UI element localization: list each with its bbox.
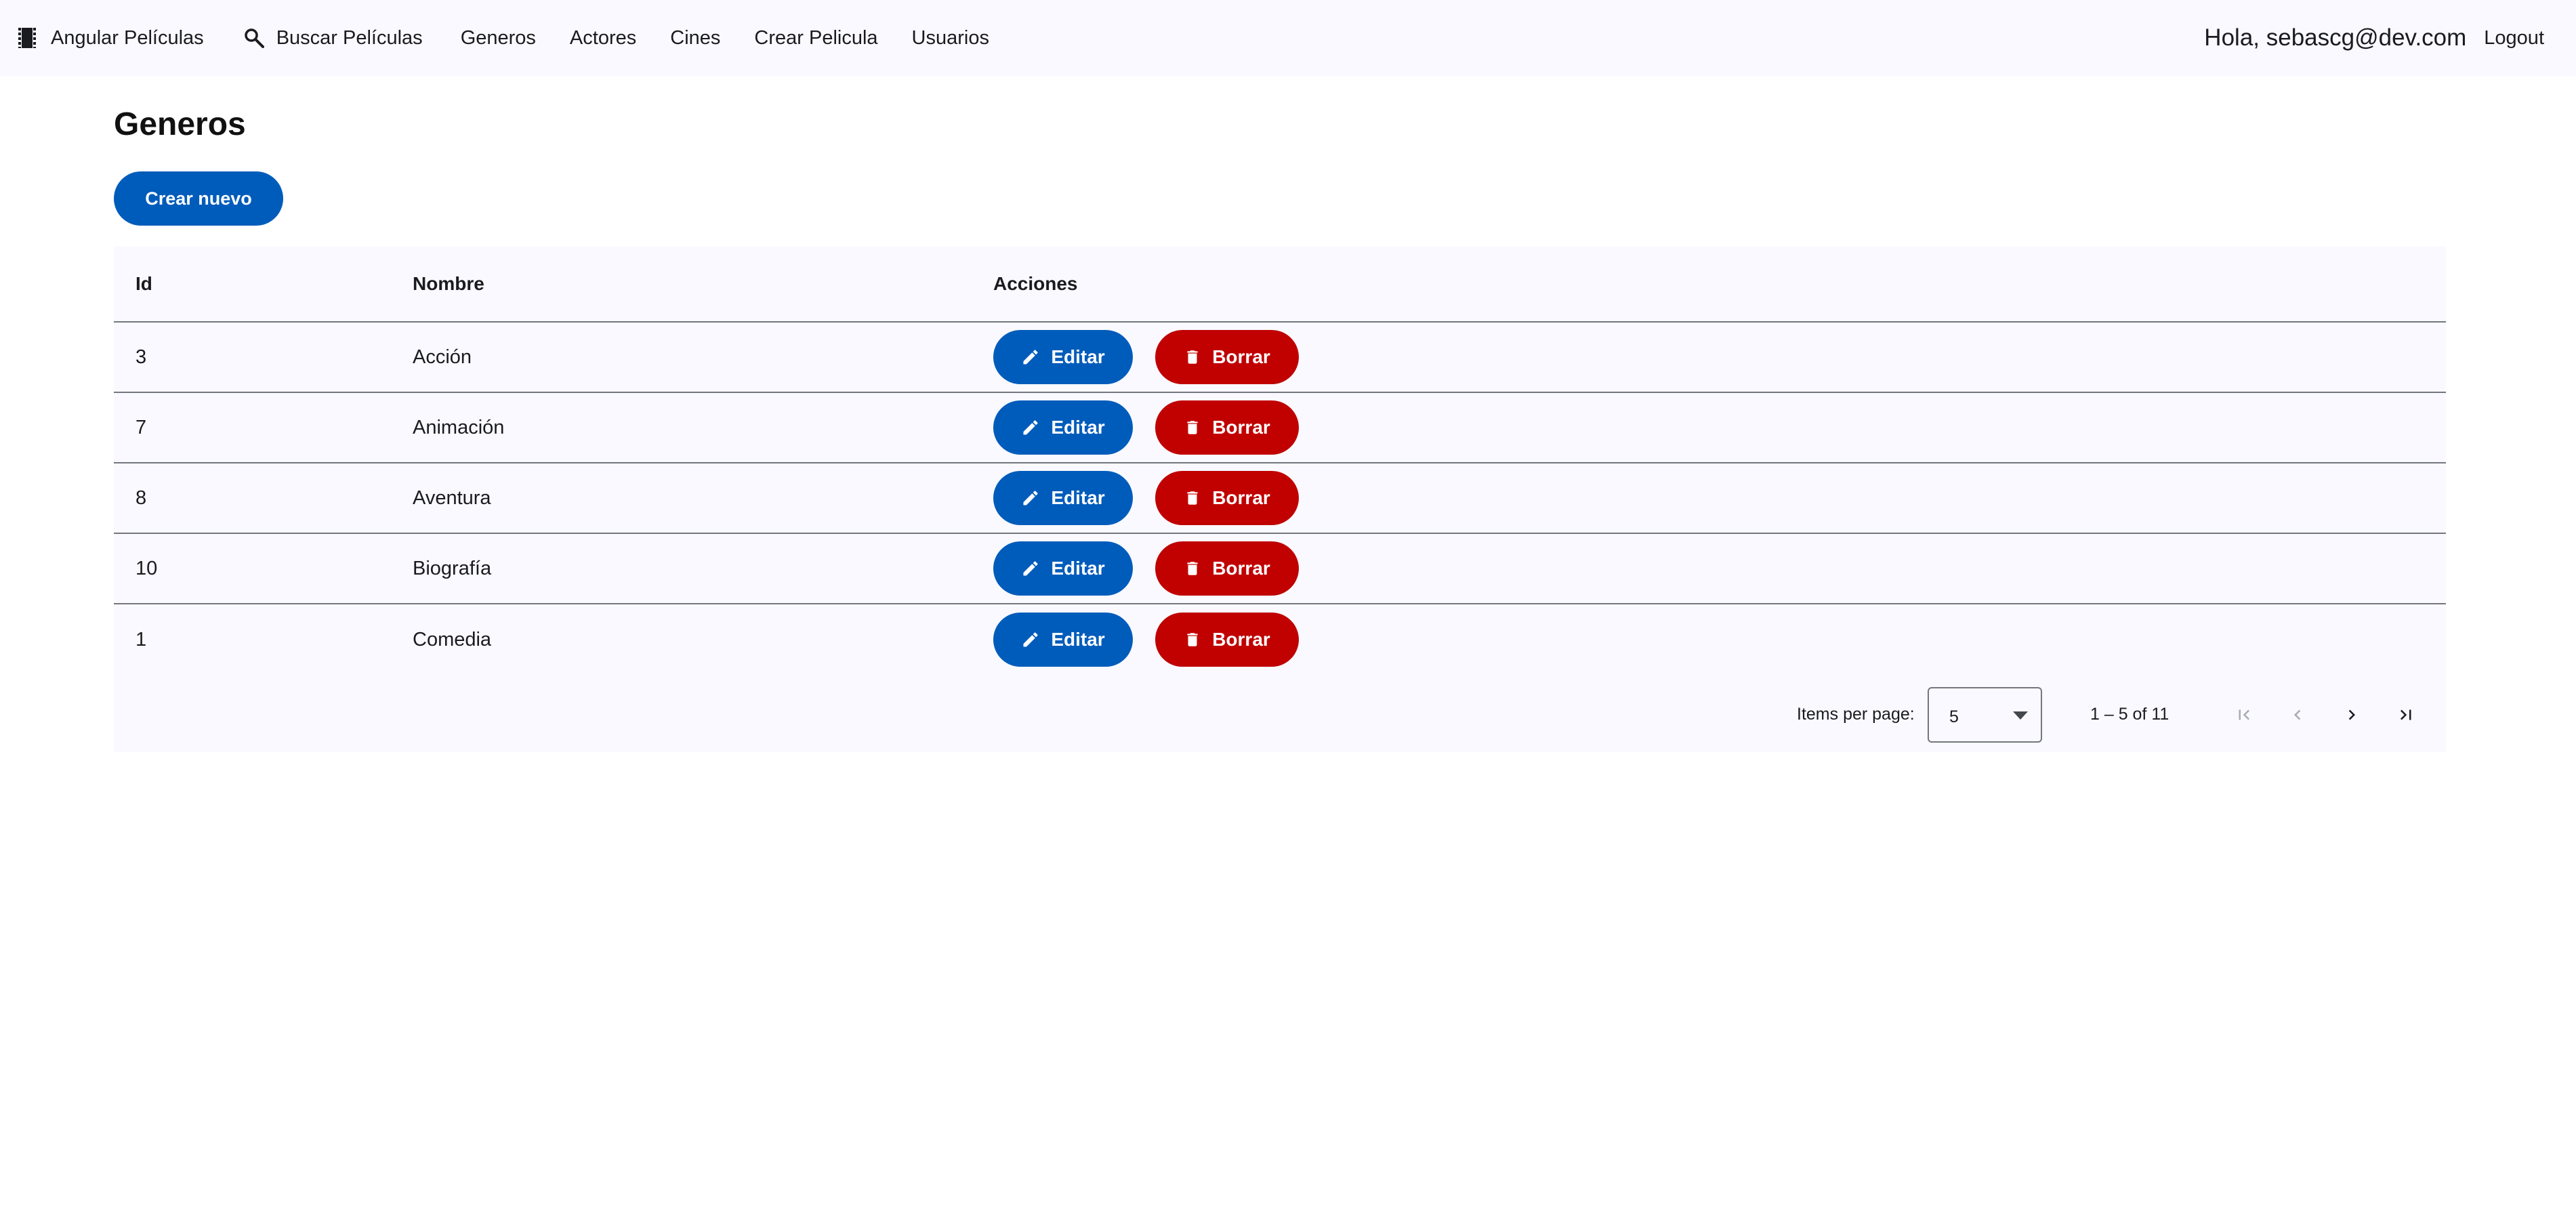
trash-icon (1187, 633, 1198, 646)
search-movies-label: Buscar Películas (276, 26, 423, 49)
cell-id: 10 (136, 557, 158, 579)
cell-id: 7 (136, 416, 147, 438)
edit-button-label: Editar (1051, 558, 1105, 579)
edit-button-label: Editar (1051, 417, 1105, 438)
cell-actions: Editar Borrar (993, 541, 1299, 596)
nav-link-usuarios[interactable]: Usuarios (912, 0, 989, 76)
table-row: 3 Acción Editar Borrar (114, 323, 2446, 393)
page-size-value: 5 (1949, 707, 1959, 726)
trash-icon (1187, 491, 1198, 505)
delete-button[interactable]: Borrar (1155, 330, 1299, 384)
table-header-row: Id Nombre Acciones (114, 247, 2446, 323)
pencil-icon (1023, 491, 1038, 505)
table-row: 7 Animación Editar Borrar (114, 393, 2446, 463)
movie-icon (18, 28, 36, 48)
delete-button-label: Borrar (1212, 417, 1270, 438)
pencil-icon (1023, 420, 1038, 435)
cell-actions: Editar Borrar (993, 400, 1299, 455)
edit-button[interactable]: Editar (993, 400, 1133, 455)
cell-nombre: Animación (413, 416, 505, 438)
first-page-button[interactable] (2224, 695, 2264, 735)
logout-button[interactable]: Logout (2484, 27, 2544, 49)
items-per-page-label: Items per page: (1797, 705, 1915, 724)
cell-id: 1 (136, 628, 147, 650)
nav-right: Hola, sebascg@dev.com Logout (2204, 0, 2576, 76)
delete-button[interactable]: Borrar (1155, 613, 1299, 667)
last-page-icon (2400, 709, 2411, 720)
edit-button-label: Editar (1051, 629, 1105, 650)
pencil-icon (1023, 561, 1038, 576)
page-range-label: 1 – 5 of 11 (2090, 705, 2169, 724)
delete-button[interactable]: Borrar (1155, 471, 1299, 525)
edit-button[interactable]: Editar (993, 471, 1133, 525)
page-size-select[interactable]: 5 (1928, 687, 2042, 743)
paginator: Items per page: 5 1 – 5 of 11 (114, 678, 2446, 752)
nav-link-actores[interactable]: Actores (570, 0, 636, 76)
delete-button-label: Borrar (1212, 558, 1270, 579)
delete-button[interactable]: Borrar (1155, 541, 1299, 596)
user-greeting: Hola, sebascg@dev.com (2204, 24, 2467, 51)
cell-nombre: Aventura (413, 487, 491, 509)
nav-left: Angular Películas Buscar Películas Gener… (0, 0, 989, 76)
cell-nombre: Biografía (413, 557, 492, 579)
edit-button[interactable]: Editar (993, 613, 1133, 667)
cell-nombre: Acción (413, 346, 472, 368)
cell-actions: Editar Borrar (993, 471, 1299, 525)
genres-table: Id Nombre Acciones 3 Acción Editar Borra… (114, 247, 2446, 752)
next-page-button[interactable] (2331, 695, 2372, 735)
delete-button-label: Borrar (1212, 487, 1270, 508)
previous-page-button[interactable] (2277, 695, 2318, 735)
cell-nombre: Comedia (413, 628, 492, 650)
edit-button-label: Editar (1051, 346, 1105, 367)
table-row: 8 Aventura Editar Borrar (114, 463, 2446, 534)
cell-id: 3 (136, 346, 147, 368)
dropdown-arrow-icon (2013, 711, 2028, 720)
search-movies-link[interactable]: Buscar Películas (244, 0, 423, 76)
delete-button-label: Borrar (1212, 629, 1270, 650)
edit-button-label: Editar (1051, 487, 1105, 508)
edit-button[interactable]: Editar (993, 541, 1133, 596)
nav-link-generos[interactable]: Generos (461, 0, 536, 76)
brand-label: Angular Películas (51, 26, 204, 49)
search-icon (244, 28, 264, 48)
cell-actions: Editar Borrar (993, 330, 1299, 384)
top-toolbar: Angular Películas Buscar Películas Gener… (0, 0, 2576, 76)
column-header-acciones: Acciones (993, 273, 1078, 294)
edit-button[interactable]: Editar (993, 330, 1133, 384)
pencil-icon (1023, 632, 1038, 647)
chevron-right-icon (2348, 709, 2355, 720)
trash-icon (1187, 562, 1198, 575)
table-row: 1 Comedia Editar Borrar (114, 604, 2446, 675)
nav-link-cines[interactable]: Cines (670, 0, 720, 76)
brand-link[interactable]: Angular Películas (18, 0, 204, 76)
pencil-icon (1023, 350, 1038, 365)
first-page-icon (2239, 709, 2250, 720)
nav-link-crear-pelicula[interactable]: Crear Pelicula (754, 0, 877, 76)
table-row: 10 Biografía Editar Borrar (114, 534, 2446, 604)
chevron-left-icon (2294, 709, 2301, 720)
trash-icon (1187, 421, 1198, 434)
delete-button-label: Borrar (1212, 346, 1270, 367)
page-title: Generos (114, 106, 246, 142)
create-new-button[interactable]: Crear nuevo (114, 171, 283, 226)
delete-button[interactable]: Borrar (1155, 400, 1299, 455)
cell-id: 8 (136, 487, 147, 509)
column-header-id: Id (136, 273, 152, 294)
column-header-nombre: Nombre (413, 273, 484, 294)
trash-icon (1187, 350, 1198, 364)
last-page-button[interactable] (2386, 695, 2426, 735)
cell-actions: Editar Borrar (993, 613, 1299, 667)
